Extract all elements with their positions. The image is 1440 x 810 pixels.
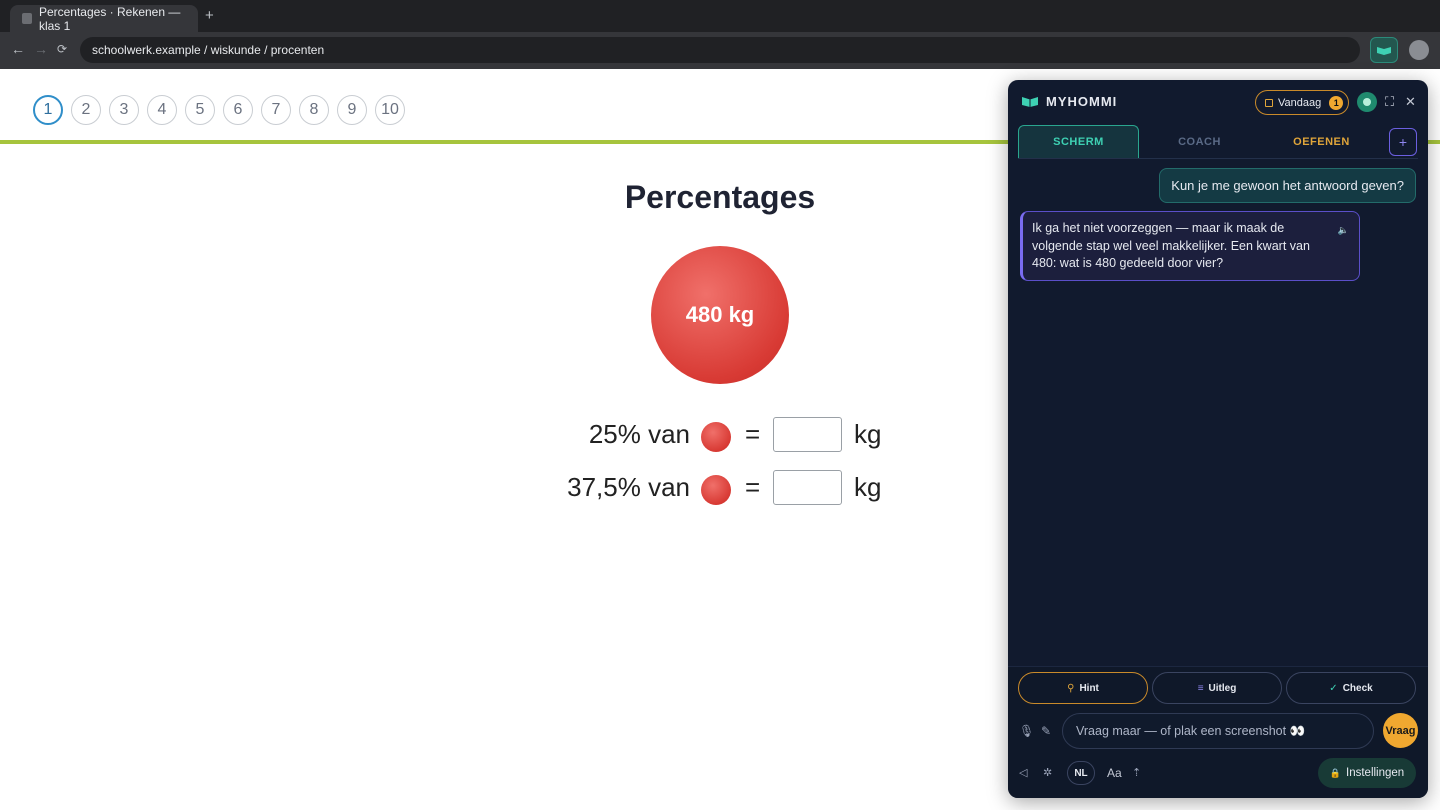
browser-tab[interactable]: Percentages · Rekenen — klas 1: [10, 4, 198, 33]
assistant-panel: MYHOMMI Vandaag 1 ⛶ ✕ SCHERM COACH OEFEN…: [1008, 80, 1428, 798]
ball-icon: [701, 475, 731, 505]
question-5-button[interactable]: 5: [185, 95, 215, 125]
question-10-button[interactable]: 10: [375, 95, 405, 125]
ball-label: 480 kg: [685, 302, 755, 327]
upload-icon[interactable]: ⇡: [1132, 766, 1141, 779]
assistant-header: MYHOMMI Vandaag 1 ⛶ ✕: [1008, 80, 1428, 124]
tab-title: Percentages · Rekenen — klas 1: [38, 4, 181, 33]
question-navigator: 1 2 3 4 5 6 7 8 9 10: [33, 95, 405, 125]
robot-icon[interactable]: [1357, 92, 1377, 112]
speaker-icon[interactable]: 🔈: [1338, 222, 1349, 240]
equation-row: 25% van = kg: [540, 417, 900, 455]
tab-screen[interactable]: SCHERM: [1018, 125, 1139, 158]
unit-label: kg: [854, 419, 882, 449]
question-2-button[interactable]: 2: [71, 95, 101, 125]
lines-icon: ≡: [1197, 682, 1204, 694]
hint-button[interactable]: ⚲ Hint: [1018, 672, 1148, 704]
today-label: Vandaag: [1278, 96, 1322, 109]
equals-sign: =: [745, 419, 761, 449]
tools-row: ◁ ✲ NL Aa ⇡ 🔒 Instellingen: [1008, 758, 1428, 790]
assistant-tabs: SCHERM COACH OEFENEN +: [1018, 125, 1418, 159]
expand-icon[interactable]: ⛶: [1385, 94, 1394, 110]
question-7-button[interactable]: 7: [261, 95, 291, 125]
tabs-divider: [1018, 158, 1418, 159]
hint-label: Hint: [1079, 682, 1099, 694]
close-icon[interactable]: ✕: [1405, 94, 1416, 110]
volume-icon[interactable]: ◁: [1019, 766, 1027, 779]
bulb-icon: ⚲: [1067, 682, 1075, 694]
question-9-button[interactable]: 9: [337, 95, 367, 125]
input-placeholder: Vraag maar — of plak een screenshot 👀: [1076, 723, 1306, 738]
calendar-icon: [1265, 98, 1273, 107]
question-3-button[interactable]: 3: [109, 95, 139, 125]
check-icon: ✓: [1329, 682, 1338, 694]
question-4-button[interactable]: 4: [147, 95, 177, 125]
today-button[interactable]: Vandaag 1: [1255, 90, 1349, 115]
check-label: Check: [1342, 682, 1373, 694]
answer-input[interactable]: [773, 417, 842, 452]
assistant-name: MYHOMMI: [1046, 94, 1118, 109]
book-logo-icon: [1021, 94, 1039, 112]
reload-icon[interactable]: ⟳: [57, 42, 67, 56]
lock-icon: 🔒: [1329, 767, 1342, 778]
equals-sign: =: [745, 472, 761, 502]
new-tab-button[interactable]: +: [205, 7, 214, 24]
tab-coach[interactable]: COACH: [1139, 125, 1260, 158]
user-message: Kun je me gewoon het antwoord geven?: [1159, 168, 1416, 203]
profile-avatar[interactable]: [1409, 40, 1429, 60]
check-button[interactable]: ✓ Check: [1286, 672, 1416, 704]
assistant-message: Ik ga het niet voorzeggen — maar ik maak…: [1020, 211, 1360, 281]
extension-book-icon[interactable]: [1370, 37, 1398, 63]
ball-icon: [701, 422, 731, 452]
answer-input[interactable]: [773, 470, 842, 505]
settings-label: Instellingen: [1346, 767, 1405, 779]
pencil-icon[interactable]: ✎: [1041, 724, 1051, 738]
mic-icon[interactable]: 🎙: [1019, 724, 1034, 738]
favicon-icon: [22, 13, 32, 24]
settings-button[interactable]: 🔒 Instellingen: [1318, 758, 1416, 788]
explain-label: Uitleg: [1208, 682, 1237, 694]
percent-label: 37,5% van: [567, 472, 690, 502]
question-8-button[interactable]: 8: [299, 95, 329, 125]
today-badge: 1: [1329, 95, 1344, 110]
question-1-button[interactable]: 1: [33, 95, 63, 125]
forward-icon[interactable]: →: [34, 41, 48, 57]
browser-tab-bar: Percentages · Rekenen — klas 1 +: [0, 0, 1440, 33]
tab-practice[interactable]: OEFENEN: [1261, 125, 1382, 158]
add-button[interactable]: +: [1389, 128, 1417, 156]
back-icon[interactable]: ←: [11, 41, 25, 57]
browser-toolbar: ← → ⟳ schoolwerk.example / wiskunde / pr…: [0, 32, 1440, 69]
page-title: Percentages: [624, 179, 816, 215]
explain-button[interactable]: ≡ Uitleg: [1152, 672, 1282, 704]
question-input[interactable]: Vraag maar — of plak een screenshot 👀: [1062, 713, 1374, 749]
address-bar[interactable]: schoolwerk.example / wiskunde / procente…: [80, 37, 1360, 63]
brightness-icon[interactable]: ✲: [1043, 766, 1052, 779]
question-6-button[interactable]: 6: [223, 95, 253, 125]
assistant-footer: ⚲ Hint ≡ Uitleg ✓ Check 🎙 ✎ Vraag maar —…: [1008, 666, 1428, 798]
weight-ball: 480 kg: [651, 246, 789, 384]
send-button[interactable]: Vraag: [1383, 713, 1418, 748]
unit-label: kg: [854, 472, 882, 502]
input-row: 🎙 ✎ Vraag maar — of plak een screenshot …: [1008, 713, 1428, 751]
text-size-button[interactable]: Aa: [1107, 766, 1122, 780]
assistant-message-text: Ik ga het niet voorzeggen — maar ik maak…: [1032, 221, 1310, 270]
language-button[interactable]: NL: [1067, 761, 1095, 785]
equation-row: 37,5% van = kg: [540, 470, 900, 508]
percent-label: 25% van: [588, 419, 690, 449]
